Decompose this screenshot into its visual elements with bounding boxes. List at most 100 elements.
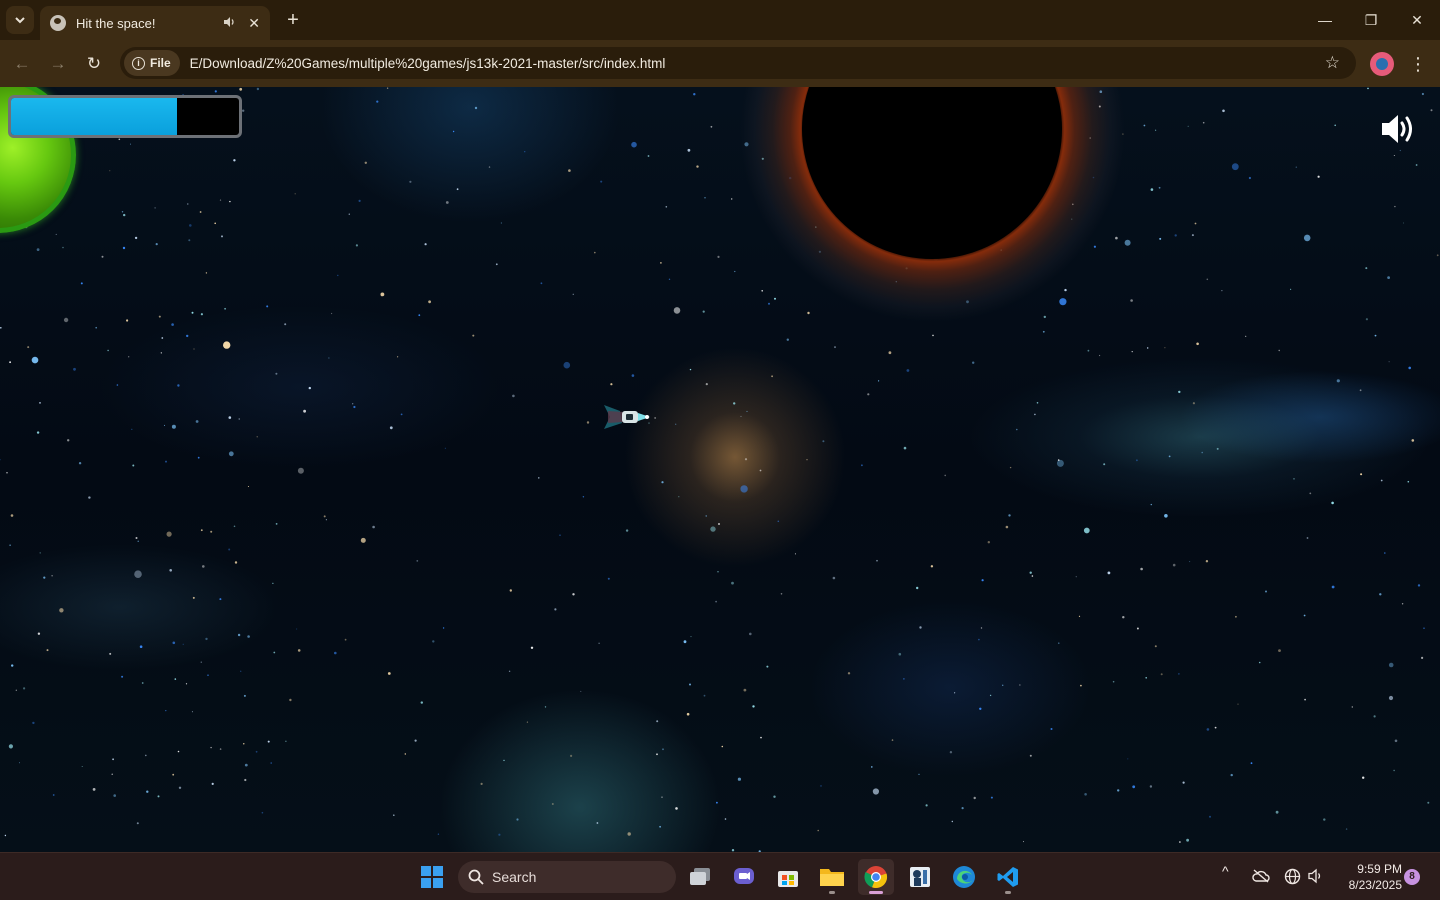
star bbox=[15, 689, 17, 691]
star bbox=[1278, 649, 1281, 652]
star bbox=[752, 705, 755, 708]
close-window-button[interactable]: ✕ bbox=[1394, 0, 1440, 40]
star bbox=[731, 581, 734, 585]
forward-button[interactable]: → bbox=[44, 50, 72, 78]
site-info-chip[interactable]: i File bbox=[124, 50, 180, 76]
star bbox=[570, 754, 573, 758]
star bbox=[191, 311, 194, 314]
star bbox=[1196, 342, 1199, 346]
star bbox=[416, 560, 419, 562]
star bbox=[1080, 684, 1082, 687]
star bbox=[721, 745, 724, 748]
star bbox=[55, 233, 57, 235]
star bbox=[165, 710, 167, 712]
star bbox=[871, 766, 873, 768]
star bbox=[1206, 728, 1210, 731]
star bbox=[768, 302, 770, 305]
star bbox=[1164, 347, 1166, 349]
star bbox=[294, 193, 296, 195]
star bbox=[689, 368, 692, 371]
network-globe-icon[interactable] bbox=[1284, 868, 1301, 885]
star bbox=[1394, 205, 1396, 208]
game-canvas[interactable] bbox=[0, 87, 1440, 852]
star bbox=[123, 213, 126, 217]
star bbox=[1295, 166, 1298, 168]
star bbox=[80, 282, 83, 285]
taskbar-search-box[interactable]: Search bbox=[458, 861, 676, 893]
star bbox=[625, 529, 629, 532]
star bbox=[223, 341, 231, 349]
star bbox=[113, 794, 116, 797]
star bbox=[214, 90, 217, 93]
chat-icon[interactable] bbox=[726, 859, 762, 895]
star bbox=[544, 706, 547, 708]
sound-toggle-speaker-icon[interactable] bbox=[1380, 112, 1416, 146]
volume-speaker-icon[interactable] bbox=[1308, 868, 1324, 884]
star bbox=[275, 523, 278, 525]
star bbox=[157, 795, 160, 798]
chevron-down-icon bbox=[15, 17, 25, 24]
star bbox=[686, 712, 690, 716]
star bbox=[1430, 109, 1433, 112]
star bbox=[1209, 815, 1211, 818]
star bbox=[867, 393, 870, 396]
store-icon[interactable] bbox=[770, 859, 806, 895]
star bbox=[228, 548, 231, 551]
star bbox=[703, 694, 706, 697]
star bbox=[456, 188, 459, 191]
vscode-icon[interactable] bbox=[990, 859, 1026, 895]
star bbox=[919, 626, 922, 629]
taskbar-clock[interactable]: 9:59 PM 8/23/2025 bbox=[1336, 861, 1402, 893]
star bbox=[717, 571, 719, 573]
star bbox=[1345, 828, 1348, 830]
star bbox=[191, 711, 193, 713]
browser-tab-active[interactable]: Hit the space! ✕ bbox=[40, 6, 270, 40]
maximize-button[interactable]: ❐ bbox=[1348, 0, 1394, 40]
tab-audio-speaker-icon[interactable] bbox=[223, 16, 236, 31]
task-view-icon[interactable] bbox=[682, 859, 718, 895]
notification-badge[interactable]: 8 bbox=[1404, 869, 1420, 885]
star bbox=[121, 675, 124, 678]
onedrive-cloud-icon[interactable] bbox=[1252, 869, 1270, 883]
file-explorer-icon[interactable] bbox=[814, 859, 850, 895]
back-button[interactable]: ← bbox=[8, 50, 36, 78]
windows-start-icon[interactable] bbox=[414, 859, 450, 895]
minimize-button[interactable]: — bbox=[1302, 0, 1348, 40]
star bbox=[139, 645, 143, 648]
chrome-icon[interactable] bbox=[858, 859, 894, 895]
star bbox=[414, 739, 417, 742]
tab-search-button[interactable] bbox=[6, 6, 34, 34]
star bbox=[731, 198, 733, 200]
star bbox=[1336, 379, 1340, 383]
bookmark-star-icon[interactable]: ☆ bbox=[1325, 53, 1340, 73]
star bbox=[678, 496, 680, 498]
address-bar[interactable]: i File E/Download/Z%20Games/multiple%20g… bbox=[120, 47, 1356, 79]
star bbox=[43, 576, 46, 579]
star bbox=[690, 636, 692, 638]
address-url-text[interactable]: E/Download/Z%20Games/multiple%20games/js… bbox=[190, 56, 1325, 71]
browser-menu-icon[interactable]: ⋮ bbox=[1408, 52, 1428, 76]
star bbox=[185, 683, 188, 685]
star bbox=[1393, 155, 1395, 156]
star bbox=[568, 169, 571, 172]
game-app-icon[interactable] bbox=[902, 859, 938, 895]
star bbox=[1005, 525, 1009, 529]
star bbox=[761, 290, 763, 292]
star bbox=[1132, 785, 1136, 789]
edge-icon[interactable] bbox=[946, 859, 982, 895]
star bbox=[221, 235, 223, 238]
star bbox=[353, 405, 356, 409]
star bbox=[989, 694, 992, 697]
star bbox=[898, 652, 902, 656]
star bbox=[187, 203, 189, 205]
star bbox=[1172, 563, 1176, 567]
star bbox=[668, 278, 671, 280]
new-tab-button[interactable]: + bbox=[282, 8, 304, 32]
tray-overflow-chevron-icon[interactable]: ^ bbox=[1222, 863, 1229, 879]
star bbox=[1365, 318, 1368, 321]
reload-button[interactable]: ↻ bbox=[80, 50, 108, 78]
star bbox=[207, 674, 209, 676]
profile-avatar[interactable] bbox=[1370, 52, 1394, 76]
star bbox=[498, 833, 501, 836]
tab-close-icon[interactable]: ✕ bbox=[248, 15, 260, 32]
